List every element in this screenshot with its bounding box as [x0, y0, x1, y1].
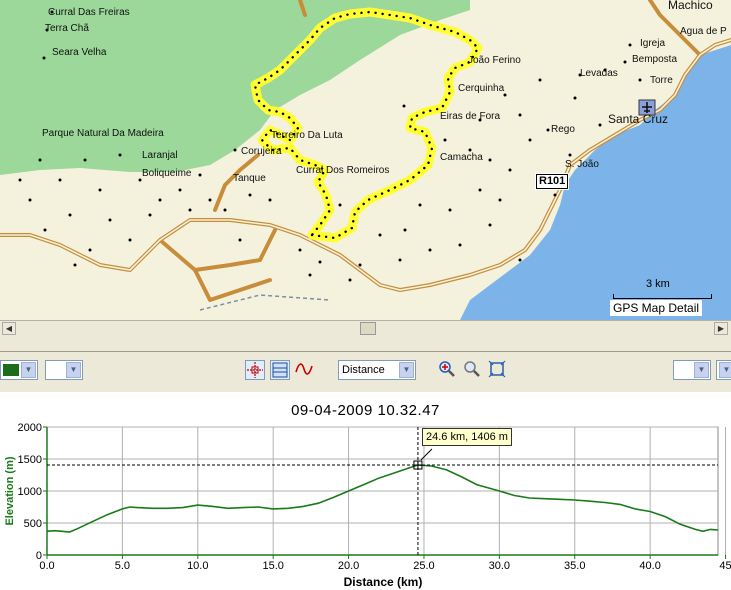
chevron-down-icon: ▼: [21, 362, 36, 378]
place-label: Boliqueime: [142, 168, 192, 179]
x-axis-select-value: Distance: [342, 364, 385, 376]
elevation-chart[interactable]: 0.0 5.0 10.0 15.0 20.0 25.0 30.0 35.0 40.0 450500…: [0, 392, 731, 590]
y-tick-label: 1500: [18, 454, 42, 466]
x-tick-label: 30.0: [489, 560, 510, 572]
map-canvas[interactable]: [0, 0, 731, 320]
map-detail-label: GPS Map Detail: [610, 300, 703, 316]
zoom-out-icon: [464, 361, 480, 377]
y-tick-label: 500: [24, 518, 42, 530]
place-label: Seara Velha: [52, 47, 107, 58]
chart-grid: [46, 426, 727, 556]
place-label: Parque Natural Da Madeira: [42, 128, 164, 139]
place-label: Terreiro Da Luta: [271, 130, 343, 141]
place-label: Rego: [551, 124, 575, 135]
road-shield: R101: [534, 173, 570, 190]
x-tick-label: 10.0: [187, 560, 208, 572]
profile-toolbar: ▼ ▼ Distance ▼ ▼ ▼: [0, 352, 731, 392]
scale-label: 3 km: [646, 278, 670, 290]
scale-bar: [613, 294, 712, 299]
place-label: Santa Cruz: [608, 112, 669, 126]
y-tick-label: 1000: [18, 486, 42, 498]
x-axis-label: Distance (km): [344, 575, 423, 589]
x-axis-select[interactable]: Distance ▼: [338, 360, 416, 380]
x-tick-label: 40.0: [639, 560, 660, 572]
place-label: Corujeira: [241, 146, 282, 157]
zoom-extent-icon: [488, 360, 506, 378]
zoom-out-button[interactable]: [463, 360, 483, 380]
x-tick-label: 15.0: [262, 560, 283, 572]
x-tick-label: 20.0: [338, 560, 359, 572]
crosshair-button[interactable]: [245, 360, 265, 380]
line-width-select[interactable]: ▼: [45, 360, 83, 380]
place-label: Laranjal: [142, 150, 178, 161]
chevron-down-icon: ▼: [694, 362, 709, 378]
place-label: Eiras de Fora: [440, 111, 501, 122]
y-axis-label: Elevation (m): [4, 456, 16, 525]
map-horizontal-scrollbar[interactable]: ◀ ▶: [0, 320, 731, 336]
zoom-extent-button[interactable]: [488, 360, 508, 380]
y-tick-label: 0: [36, 550, 42, 562]
place-label: Agua de P: [680, 26, 727, 37]
chevron-down-icon: ▼: [719, 362, 731, 378]
place-label: S. João: [565, 159, 599, 170]
scroll-left-button[interactable]: ◀: [2, 322, 16, 335]
place-label: Tanque: [233, 173, 266, 184]
zoom-in-icon: [439, 361, 455, 377]
chevron-down-icon: ▼: [66, 362, 81, 378]
place-label: Curral Dos Romeiros: [296, 165, 390, 176]
x-tick-label: 25.0: [413, 560, 434, 572]
place-label: Levadas: [580, 68, 618, 79]
place-label: João Ferino: [468, 55, 521, 66]
color-swatch: [3, 364, 19, 376]
splitter[interactable]: [0, 336, 731, 352]
place-label: Igreja: [640, 38, 666, 49]
crosshair-icon: [247, 362, 263, 378]
line-color-select[interactable]: ▼: [0, 360, 38, 380]
x-tick-label: 5.0: [115, 560, 130, 572]
place-label: Bemposta: [632, 54, 678, 65]
place-label: Torre: [650, 75, 673, 86]
chevron-down-icon: ▼: [399, 362, 414, 378]
cursor-tooltip: 24.6 km, 1406 m: [422, 428, 512, 446]
y-tick-label: 2000: [18, 422, 42, 434]
right-option-select[interactable]: ▼: [673, 360, 711, 380]
map-view[interactable]: Curral Das Freiras Terra Chã Seara Velha…: [0, 0, 731, 320]
place-label: Cerquinha: [458, 83, 505, 94]
zoom-in-button[interactable]: [438, 360, 458, 380]
place-label: Camacha: [440, 152, 483, 163]
fit-graph-icon: [272, 362, 288, 378]
scroll-thumb[interactable]: [360, 322, 376, 335]
place-label: Machico: [668, 0, 713, 12]
fit-graph-button[interactable]: [270, 360, 290, 380]
place-label: Curral Das Freiras: [48, 7, 130, 18]
curve-icon: [295, 363, 313, 375]
scroll-right-button[interactable]: ▶: [714, 322, 728, 335]
curve-button[interactable]: [295, 360, 315, 380]
x-tick-label: 35.0: [564, 560, 585, 572]
x-tick-label: 45: [719, 560, 731, 572]
place-label: Terra Chã: [45, 23, 89, 34]
right-option-select-2[interactable]: ▼: [716, 360, 731, 380]
